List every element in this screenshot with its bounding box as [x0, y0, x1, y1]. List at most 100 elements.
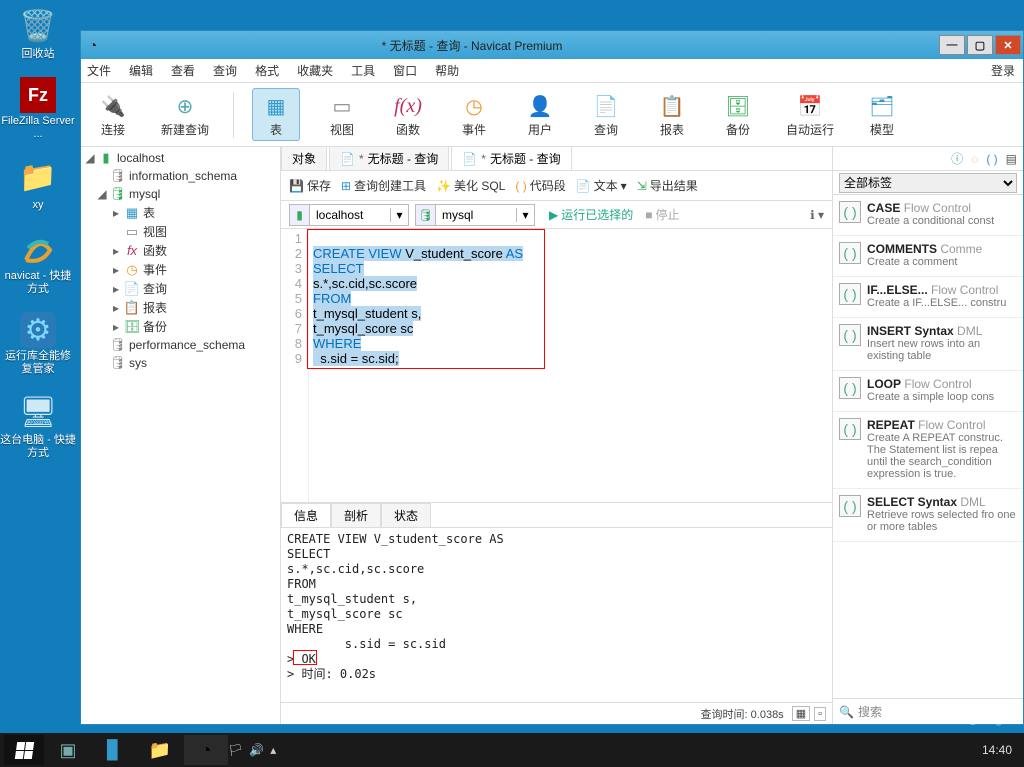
ribbon-queries[interactable]: 📄查询	[582, 91, 630, 138]
sql-editor[interactable]: 123456789 CREATE VIEW V_student_score AS…	[281, 229, 832, 502]
snippet-icon: ( )	[839, 495, 861, 517]
result-panel: 信息 剖析 状态 CREATE VIEW V_student_score AS …	[281, 502, 832, 702]
ribbon-connect[interactable]: 🔌连接	[89, 91, 137, 138]
text-button[interactable]: 📄文本▾	[576, 177, 627, 194]
desktop-this-pc[interactable]: 🖥这台电脑 - 快捷方式	[0, 392, 76, 460]
tab-query1[interactable]: 📄*无标题 - 查询	[329, 146, 449, 170]
app-icon: ◔	[81, 37, 105, 53]
ribbon-reports[interactable]: 📋报表	[648, 91, 696, 138]
explain-dropdown-icon[interactable]: ℹ ▾	[810, 208, 824, 222]
menu-format[interactable]: 格式	[255, 62, 279, 79]
tab-objects[interactable]: 对象	[281, 146, 327, 170]
panel-icon-brackets[interactable]: ( )	[986, 152, 997, 166]
desktop-runtime-fix[interactable]: ⚙运行库全能修复管家	[0, 312, 76, 376]
result-tab-info[interactable]: 信息	[281, 503, 331, 527]
ribbon-new-query[interactable]: ⊕新建查询	[155, 91, 215, 138]
ribbon-views[interactable]: ▭视图	[318, 91, 366, 138]
node-functions[interactable]: ▸fx函数	[81, 241, 280, 260]
tb-powershell[interactable]: ▊	[92, 735, 136, 765]
result-tab-profile[interactable]: 剖析	[331, 503, 381, 527]
desktop-folder-xy[interactable]: 📁xy	[0, 157, 76, 212]
close-button[interactable]: ✕	[995, 35, 1021, 55]
desktop: 🗑️回收站 FzFileZilla Server ... 📁xy navicat…	[0, 0, 80, 730]
maximize-button[interactable]: ▢	[967, 35, 993, 55]
ribbon-automation[interactable]: 📅自动运行	[780, 91, 840, 138]
login-link[interactable]: 登录	[991, 62, 1015, 79]
menu-query[interactable]: 查询	[213, 62, 237, 79]
snippet-icon: ( )	[839, 324, 861, 346]
export-button[interactable]: ⇲导出结果	[637, 177, 698, 194]
desktop-recycle-bin[interactable]: 🗑️回收站	[0, 6, 76, 61]
ribbon-model[interactable]: 🗂模型	[858, 91, 906, 138]
ribbon-tables[interactable]: ▦表	[252, 88, 300, 141]
window-title: * 无标题 - 查询 - Navicat Premium	[105, 37, 939, 54]
tb-server-manager[interactable]: ▣	[46, 735, 90, 765]
snippet-button[interactable]: ( )代码段	[515, 177, 565, 194]
panel-icon-info[interactable]: ⓘ	[951, 150, 963, 167]
node-reports[interactable]: ▸📋报表	[81, 298, 280, 317]
menu-view[interactable]: 查看	[171, 62, 195, 79]
connection-selectors: ▮localhost▾ 🛢mysql▾ ▶ 运行已选择的 ■ 停止 ℹ ▾	[281, 201, 832, 229]
menu-help[interactable]: 帮助	[435, 62, 459, 79]
db-sys[interactable]: 🛢sys	[81, 354, 280, 372]
connection-tree: ◢▮localhost 🛢information_schema ◢🛢mysql …	[81, 147, 281, 724]
snippet-icon: ( )	[839, 201, 861, 223]
db-information-schema[interactable]: 🛢information_schema	[81, 167, 280, 185]
snippet-item[interactable]: ( )LOOP Flow ControlCreate a simple loop…	[833, 371, 1023, 412]
panel-icon-list[interactable]: ▤	[1006, 152, 1017, 166]
tb-navicat[interactable]: ◔	[184, 735, 228, 765]
stop-button[interactable]: ■ 停止	[645, 206, 679, 223]
node-tables[interactable]: ▸▦表	[81, 203, 280, 222]
tb-explorer[interactable]: 📁	[138, 735, 182, 765]
db-mysql[interactable]: ◢🛢mysql	[81, 185, 280, 203]
snippet-filter[interactable]: 全部标签	[839, 173, 1017, 193]
start-button[interactable]	[4, 735, 44, 765]
minimize-button[interactable]: —	[939, 35, 965, 55]
node-views[interactable]: ▭视图	[81, 222, 280, 241]
menu-window[interactable]: 窗口	[393, 62, 417, 79]
panel-icon-code[interactable]: ◌	[971, 152, 978, 166]
snippet-item[interactable]: ( )SELECT Syntax DMLRetrieve rows select…	[833, 489, 1023, 542]
menu-edit[interactable]: 编辑	[129, 62, 153, 79]
snippet-item[interactable]: ( )REPEAT Flow ControlCreate A REPEAT co…	[833, 412, 1023, 489]
node-queries[interactable]: ▸📄查询	[81, 279, 280, 298]
tray[interactable]: 🏳🔊▴	[228, 743, 276, 757]
host-select[interactable]: ▮localhost▾	[289, 204, 409, 226]
watermark: CSDN @bing人	[930, 710, 1014, 727]
code-body[interactable]: CREATE VIEW V_student_score ASSELECTs.*,…	[309, 229, 832, 502]
desktop-filezilla[interactable]: FzFileZilla Server ...	[0, 77, 76, 141]
ribbon-functions[interactable]: f(x)函数	[384, 91, 432, 138]
snippet-icon: ( )	[839, 418, 861, 440]
query-builder-button[interactable]: ⊞查询创建工具	[341, 177, 426, 194]
editor-tabs: 对象 📄*无标题 - 查询 📄*无标题 - 查询	[281, 147, 832, 171]
ribbon-users[interactable]: 👤用户	[516, 91, 564, 138]
conn-localhost[interactable]: ◢▮localhost	[81, 149, 280, 167]
status-expand-icon[interactable]: ▫	[814, 707, 826, 721]
beautify-button[interactable]: ✨美化 SQL	[436, 177, 505, 194]
menu-favorites[interactable]: 收藏夹	[297, 62, 333, 79]
ribbon-backup[interactable]: 🗄备份	[714, 91, 762, 138]
menu-file[interactable]: 文件	[87, 62, 111, 79]
snippet-item[interactable]: ( )CASE Flow ControlCreate a conditional…	[833, 195, 1023, 236]
node-backup[interactable]: ▸🗄备份	[81, 317, 280, 336]
db-select[interactable]: 🛢mysql▾	[415, 204, 535, 226]
status-grid-icon[interactable]: ▦	[792, 706, 810, 721]
titlebar[interactable]: ◔ * 无标题 - 查询 - Navicat Premium — ▢ ✕	[81, 31, 1023, 59]
run-button[interactable]: ▶ 运行已选择的	[549, 206, 633, 223]
save-button[interactable]: 💾保存	[289, 177, 331, 194]
snippet-item[interactable]: ( )COMMENTS CommeCreate a comment	[833, 236, 1023, 277]
highlight-box	[307, 229, 545, 369]
result-tab-status[interactable]: 状态	[381, 503, 431, 527]
ribbon-events[interactable]: ◷事件	[450, 91, 498, 138]
menu-tools[interactable]: 工具	[351, 62, 375, 79]
taskbar: ▣ ▊ 📁 ◔ 🏳🔊▴ 14:40	[0, 733, 1024, 767]
result-text[interactable]: CREATE VIEW V_student_score AS SELECT s.…	[281, 528, 832, 702]
snippet-item[interactable]: ( )INSERT Syntax DMLInsert new rows into…	[833, 318, 1023, 371]
desktop-navicat[interactable]: navicat - 快捷方式	[0, 228, 76, 296]
snippet-item[interactable]: ( )IF...ELSE... Flow ControlCreate a IF.…	[833, 277, 1023, 318]
taskbar-clock[interactable]: 14:40	[982, 743, 1020, 757]
snippet-icon: ( )	[839, 242, 861, 264]
node-events[interactable]: ▸◷事件	[81, 260, 280, 279]
tab-query2[interactable]: 📄*无标题 - 查询	[451, 146, 571, 170]
db-performance-schema[interactable]: 🛢performance_schema	[81, 336, 280, 354]
